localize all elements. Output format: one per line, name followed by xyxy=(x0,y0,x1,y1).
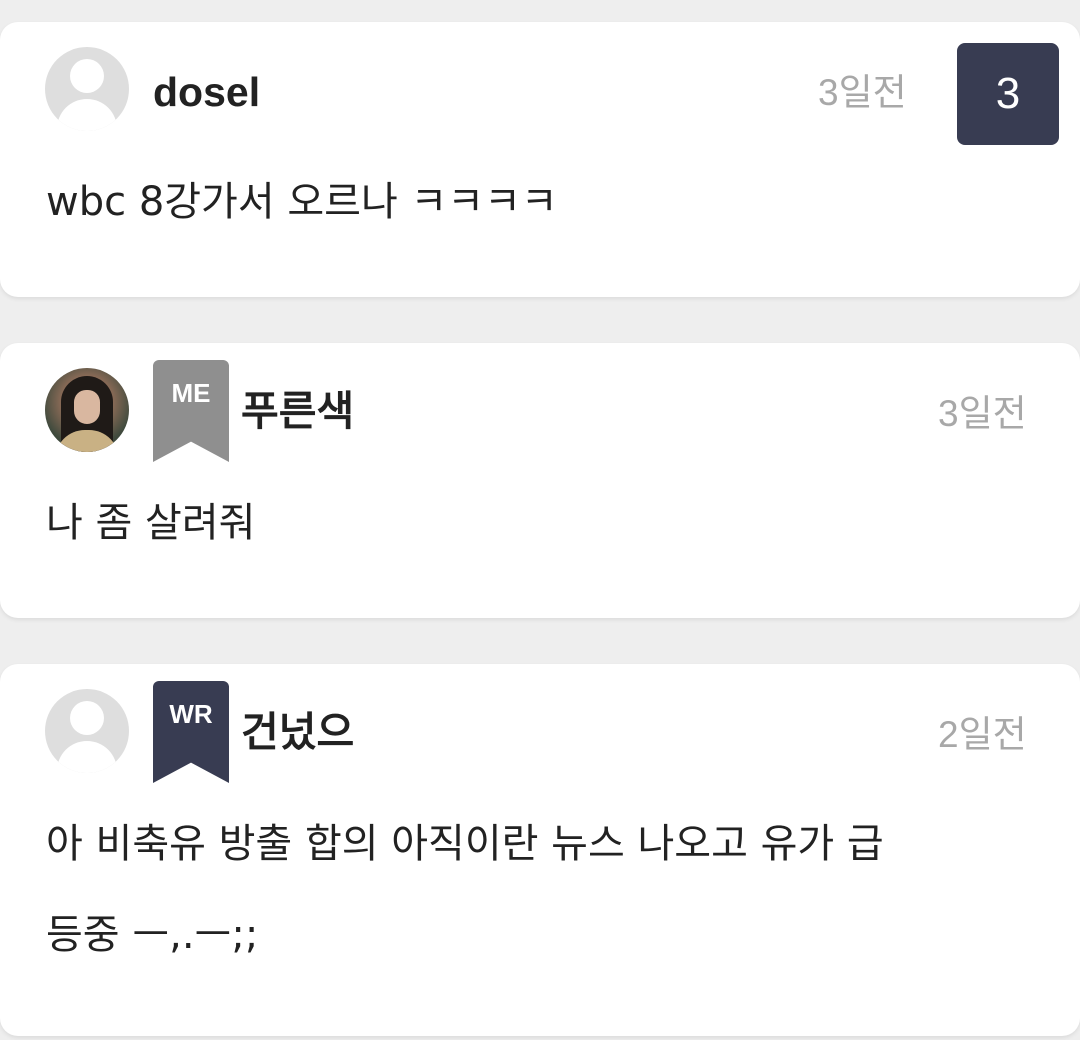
comment-time: 2일전 xyxy=(938,714,1027,755)
user-avatar[interactable] xyxy=(45,368,129,452)
comment-card: ME 푸른색 3일전 나 좀 살려줘 xyxy=(0,343,1080,618)
comment-card: WR 건넜으 2일전 아 비축유 방출 합의 아직이란 뉴스 나오고 유가 급 … xyxy=(0,664,1080,1036)
writer-badge: WR xyxy=(153,681,229,783)
comment-time: 3일전 xyxy=(818,72,907,113)
comment-time: 3일전 xyxy=(938,393,1027,434)
comment-username[interactable]: dosel xyxy=(153,72,260,113)
comment-text: 아 비축유 방출 합의 아직이란 뉴스 나오고 유가 급 등중 ㅡ,.ㅡ;; xyxy=(46,821,884,958)
default-avatar-icon[interactable] xyxy=(45,689,129,773)
comment-username[interactable]: 건넜으 xyxy=(241,712,354,753)
comment-text: 나 좀 살려줘 xyxy=(46,500,256,546)
me-badge: ME xyxy=(153,360,229,462)
reply-count-badge[interactable]: 3 xyxy=(957,43,1059,145)
comment-card: dosel 3일전 3 wbc 8강가서 오르나 ㅋㅋㅋㅋ xyxy=(0,22,1080,297)
comment-username[interactable]: 푸른색 xyxy=(241,391,354,432)
comment-text: wbc 8강가서 오르나 ㅋㅋㅋㅋ xyxy=(46,179,558,225)
default-avatar-icon[interactable] xyxy=(45,47,129,131)
